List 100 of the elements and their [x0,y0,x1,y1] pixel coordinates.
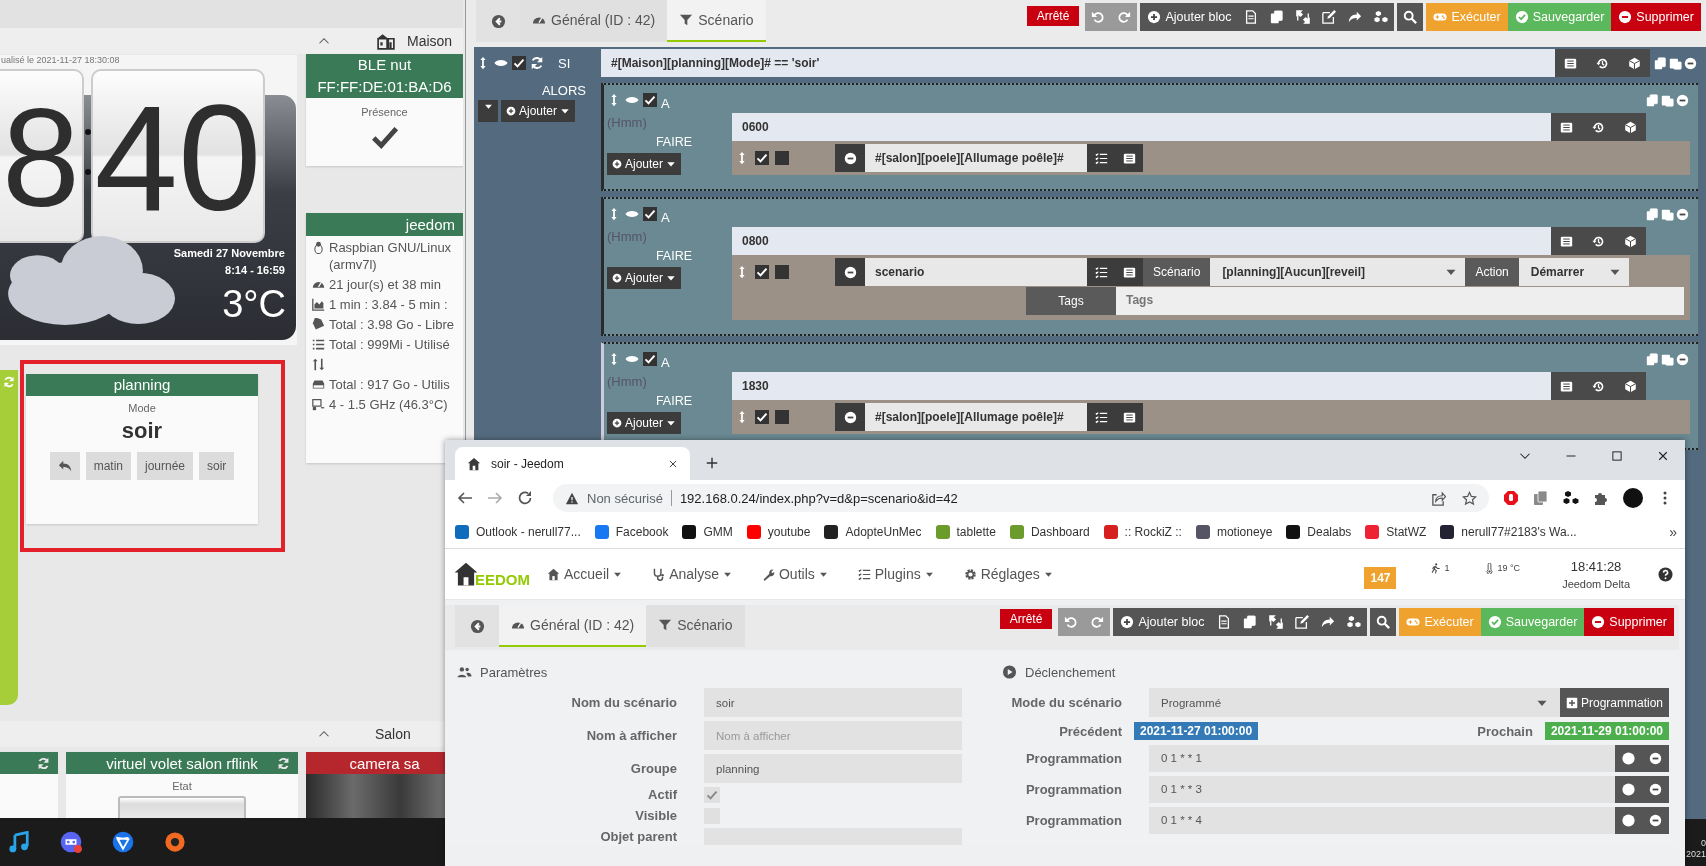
bookmark[interactable]: youtube [746,525,811,539]
time-field[interactable]: 0600 [732,113,1551,141]
command-field[interactable]: scenario [865,258,1087,286]
bookmark[interactable]: Dealabs [1286,525,1352,539]
add-button[interactable]: Ajouter [501,100,576,122]
remove-button[interactable] [835,258,865,286]
maximize-icon[interactable] [1611,450,1623,462]
text-field[interactable]: Nom à afficher [704,721,962,750]
command-field[interactable]: #[salon][poele][Allumage poêle]# [865,144,1087,172]
cron-field[interactable]: 0 1 * * 4 [1149,807,1615,834]
time-field[interactable]: 1830 [732,372,1551,400]
time-field[interactable]: 0800 [732,227,1551,255]
remove-button[interactable] [835,403,865,431]
close-icon[interactable] [668,458,678,469]
remove-icon[interactable] [1676,207,1689,221]
copy-icon[interactable] [1646,93,1659,107]
icon-button-group[interactable] [1087,403,1143,431]
paste-icon[interactable] [1661,93,1674,107]
enable-checkbox[interactable] [643,352,657,366]
bookmark[interactable]: GMM [682,525,733,539]
remove-icon[interactable] [1649,814,1662,827]
delete-button[interactable]: Supprimer [1584,608,1674,636]
add-button[interactable]: Ajouter [607,412,682,434]
enable-checkbox[interactable] [512,56,526,70]
music-note-icon[interactable] [8,831,30,853]
cron-field[interactable]: 0 1 * * 1 [1149,745,1615,772]
menu-item[interactable]: Plugins [851,565,940,583]
parallel-checkbox[interactable] [775,265,789,279]
remove-icon[interactable] [1684,56,1697,70]
remove-icon[interactable] [1649,752,1662,765]
bookmark[interactable]: StatWZ [1365,525,1427,539]
paste-icon[interactable] [1661,352,1674,366]
plus-icon[interactable] [705,456,719,470]
search-button[interactable] [1370,608,1397,636]
bookmark[interactable]: Facebook [594,525,669,539]
icon-button-group[interactable] [1087,258,1143,286]
add-button[interactable]: Ajouter [607,267,682,289]
command-field[interactable]: #[salon][poele][Allumage poêle]# [865,403,1087,431]
parallel-checkbox[interactable] [775,410,789,424]
back-button[interactable] [476,0,520,42]
cron-field[interactable]: 0 1 * * 3 [1149,776,1615,803]
extension-icon[interactable] [1563,490,1579,506]
action-select[interactable]: Démarrer [1518,258,1629,286]
back-icon[interactable] [457,490,473,506]
icon-button-group[interactable] [1551,113,1646,141]
mode-button[interactable]: matin [85,452,131,480]
stop-hand-icon[interactable] [1503,490,1519,506]
back-button[interactable] [49,452,80,480]
tab[interactable]: Général (ID : 42) [520,0,668,42]
add-button[interactable]: Ajouter [607,153,682,175]
tab[interactable]: Scénario [646,605,745,647]
delete-button[interactable]: Supprimer [1611,3,1701,31]
enable-checkbox[interactable] [755,151,769,165]
puzzle-icon[interactable] [1593,490,1609,506]
bookmark[interactable]: Dashboard [1009,525,1090,539]
reload-icon[interactable] [517,490,533,506]
icon-button-group[interactable] [1551,227,1646,255]
enable-checkbox[interactable] [755,265,769,279]
mode-select[interactable]: Programmé [1149,688,1560,717]
address-bar[interactable]: Non sécurisé 192.168.0.24/index.php?v=d&p=scenario&id=42 [553,484,1489,512]
remove-icon[interactable] [1676,93,1689,107]
menu-item[interactable]: Analyse [646,565,738,583]
copy-icon[interactable] [1654,56,1667,70]
condition-field[interactable]: #[Maison][planning][Mode]# == 'soir' [601,49,1555,77]
bookmark[interactable]: AdopteUnMec [824,525,922,539]
copy-icon[interactable] [1646,207,1659,221]
bookmark[interactable]: :: RockiZ :: [1103,525,1182,539]
icon-button-group[interactable] [1087,144,1143,172]
remove-icon[interactable] [1649,783,1662,796]
more-bookmarks-button[interactable]: » [1669,524,1677,540]
tab[interactable]: Scénario [667,0,766,42]
add-schedule-button[interactable]: Programmation [1559,688,1669,717]
bookmark[interactable]: nerull77#2183's Wa... [1440,525,1577,539]
close-icon[interactable] [1657,450,1669,462]
paste-icon[interactable] [1669,56,1682,70]
bookmark[interactable]: motioneye [1195,525,1273,539]
tags-field[interactable]: Tags [1116,287,1684,315]
paste-icon[interactable] [1661,207,1674,221]
copy-icon[interactable] [1646,352,1659,366]
star-icon[interactable] [1462,490,1477,506]
icon-button-group[interactable] [1555,49,1650,77]
mode-button[interactable]: soir [199,452,235,480]
ring-app-icon[interactable] [164,831,186,853]
tab[interactable]: Général (ID : 42) [499,605,647,647]
menu-item[interactable]: Accueil [541,565,629,583]
windows-icon[interactable] [1533,490,1549,506]
refresh-icon[interactable] [37,757,50,770]
parallel-checkbox[interactable] [775,151,789,165]
checkbox[interactable] [704,786,720,803]
menu-item[interactable]: Outils [755,565,834,583]
enable-checkbox[interactable] [755,410,769,424]
text-field[interactable]: planning [704,754,962,783]
collapse-button[interactable] [478,100,498,122]
remove-button[interactable] [835,144,865,172]
enable-checkbox[interactable] [643,93,657,107]
network-app-icon[interactable] [112,831,134,853]
icon-button-group[interactable] [1551,372,1646,400]
share-icon[interactable] [1431,490,1446,506]
bookmark[interactable]: Outlook - nerull77... [455,525,581,539]
chat-app-icon[interactable] [60,831,82,853]
